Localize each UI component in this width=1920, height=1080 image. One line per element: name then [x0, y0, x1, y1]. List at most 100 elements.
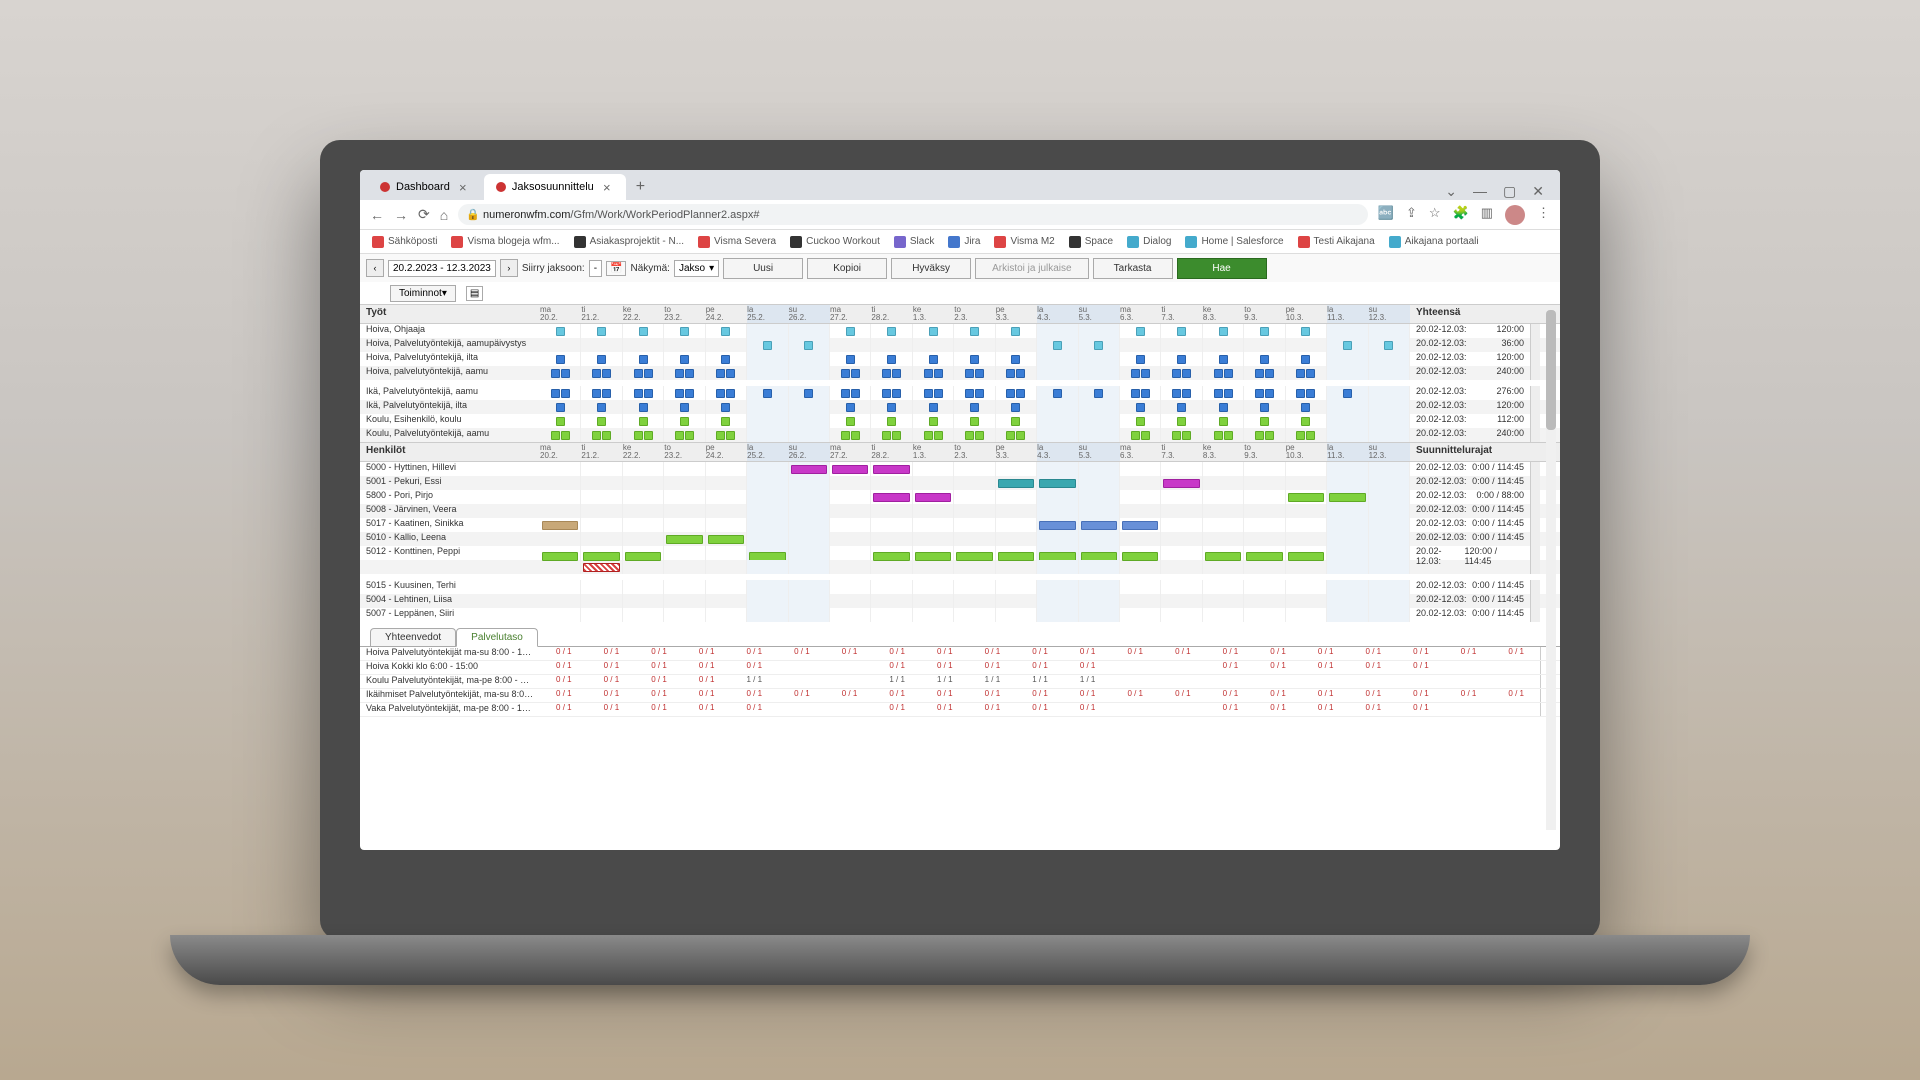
shift-block[interactable] — [556, 417, 565, 426]
shift-block[interactable] — [639, 327, 648, 336]
grid-cell[interactable] — [1369, 400, 1410, 414]
grid-cell[interactable] — [747, 462, 788, 476]
grid-cell[interactable] — [1203, 504, 1244, 518]
grid-cell[interactable] — [1244, 428, 1285, 442]
shift-block[interactable] — [1172, 369, 1181, 378]
grid-cell[interactable] — [871, 414, 912, 428]
prev-period-button[interactable]: ‹ — [366, 259, 384, 277]
event-block[interactable] — [542, 521, 578, 530]
grid-cell[interactable] — [954, 414, 995, 428]
grid-cell[interactable] — [1120, 594, 1161, 608]
grid-cell[interactable] — [996, 338, 1037, 352]
grid-cell[interactable] — [1037, 560, 1078, 574]
grid-cell[interactable] — [1079, 490, 1120, 504]
grid-cell[interactable] — [540, 608, 581, 622]
grid-cell[interactable] — [1327, 608, 1368, 622]
shift-block[interactable] — [675, 369, 684, 378]
grid-cell[interactable] — [540, 338, 581, 352]
shift-block[interactable] — [592, 389, 601, 398]
grid-cell[interactable] — [1327, 338, 1368, 352]
grid-cell[interactable] — [1203, 366, 1244, 380]
grid-cell[interactable] — [623, 324, 664, 338]
bookmark-item[interactable]: Asiakasprojektit - N... — [574, 236, 684, 248]
grid-cell[interactable] — [830, 386, 871, 400]
grid-cell[interactable] — [747, 594, 788, 608]
copy-button[interactable]: Kopioi — [807, 258, 887, 279]
grid-cell[interactable] — [1244, 462, 1285, 476]
grid-cell[interactable] — [1079, 414, 1120, 428]
shift-block[interactable] — [846, 417, 855, 426]
shift-block[interactable] — [892, 431, 901, 440]
grid-cell[interactable] — [996, 386, 1037, 400]
grid-cell[interactable] — [581, 594, 622, 608]
grid-cell[interactable] — [623, 476, 664, 490]
grid-cell[interactable] — [1327, 476, 1368, 490]
shift-block[interactable] — [1260, 355, 1269, 364]
shift-block[interactable] — [1306, 369, 1315, 378]
shift-block[interactable] — [602, 389, 611, 398]
grid-cell[interactable] — [1286, 490, 1327, 504]
grid-cell[interactable] — [913, 532, 954, 546]
shift-block[interactable] — [597, 327, 606, 336]
shift-block[interactable] — [841, 369, 850, 378]
grid-cell[interactable] — [789, 504, 830, 518]
grid-cell[interactable] — [913, 608, 954, 622]
grid-cell[interactable] — [1161, 560, 1202, 574]
shift-block[interactable] — [965, 389, 974, 398]
grid-cell[interactable] — [623, 580, 664, 594]
grid-cell[interactable] — [1037, 324, 1078, 338]
grid-cell[interactable] — [581, 386, 622, 400]
shift-block[interactable] — [1384, 341, 1393, 350]
grid-cell[interactable] — [1079, 608, 1120, 622]
shift-block[interactable] — [887, 327, 896, 336]
grid-cell[interactable] — [1120, 490, 1161, 504]
grid-cell[interactable] — [830, 476, 871, 490]
grid-cell[interactable] — [1037, 532, 1078, 546]
shift-block[interactable] — [1011, 355, 1020, 364]
event-block[interactable] — [1288, 493, 1324, 502]
translate-icon[interactable]: 🔤 — [1378, 205, 1394, 225]
grid-cell[interactable] — [747, 504, 788, 518]
shift-block[interactable] — [1094, 389, 1103, 398]
grid-cell[interactable] — [1037, 462, 1078, 476]
event-block[interactable] — [832, 465, 868, 474]
grid-cell[interactable] — [1037, 338, 1078, 352]
grid-cell[interactable] — [1120, 462, 1161, 476]
grid-cell[interactable] — [540, 490, 581, 504]
grid-cell[interactable] — [1286, 560, 1327, 574]
shift-block[interactable] — [1182, 369, 1191, 378]
shift-block[interactable] — [1094, 341, 1103, 350]
grid-cell[interactable] — [913, 490, 954, 504]
event-block[interactable] — [666, 535, 702, 544]
grid-cell[interactable] — [1244, 608, 1285, 622]
grid-cell[interactable] — [1161, 462, 1202, 476]
grid-cell[interactable] — [1369, 386, 1410, 400]
grid-cell[interactable] — [664, 414, 705, 428]
grid-cell[interactable] — [1286, 338, 1327, 352]
grid-cell[interactable] — [1203, 580, 1244, 594]
shift-block[interactable] — [639, 417, 648, 426]
grid-cell[interactable] — [1327, 504, 1368, 518]
grid-cell[interactable] — [581, 560, 622, 574]
grid-cell[interactable] — [1203, 428, 1244, 442]
shift-block[interactable] — [1219, 327, 1228, 336]
shift-block[interactable] — [804, 341, 813, 350]
chevron-down-icon[interactable]: ⌄ — [1445, 183, 1457, 200]
grid-cell[interactable] — [1286, 400, 1327, 414]
shift-block[interactable] — [726, 389, 735, 398]
grid-cell[interactable] — [996, 608, 1037, 622]
grid-cell[interactable] — [1327, 580, 1368, 594]
grid-cell[interactable] — [1203, 476, 1244, 490]
shift-block[interactable] — [929, 327, 938, 336]
main-scrollbar[interactable] — [1546, 310, 1556, 830]
event-block[interactable] — [708, 535, 744, 544]
grid-cell[interactable] — [1369, 580, 1410, 594]
shift-block[interactable] — [1182, 389, 1191, 398]
grid-cell[interactable] — [1161, 580, 1202, 594]
grid-cell[interactable] — [1327, 594, 1368, 608]
grid-cell[interactable] — [1286, 428, 1327, 442]
event-block[interactable] — [998, 479, 1034, 488]
grid-cell[interactable] — [664, 428, 705, 442]
grid-cell[interactable] — [1203, 608, 1244, 622]
sidepanel-icon[interactable]: ▥ — [1481, 205, 1493, 225]
